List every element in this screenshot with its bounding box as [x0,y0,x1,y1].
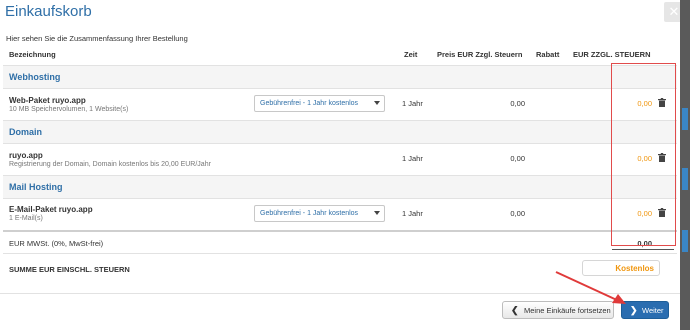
continue-shopping-button[interactable]: ❮ Meine Einkäufe fortsetzen [502,301,614,319]
zeit-value: 1 Jahr [402,154,423,163]
col-header-rabatt: Rabatt [536,50,560,59]
divider [3,253,677,254]
section-label: Mail Hosting [9,182,63,192]
continue-shopping-label: Meine Einkäufe fortsetzen [524,306,611,315]
chevron-down-icon [374,101,380,105]
product-description: 1 E-Mail(s) [9,215,43,222]
intro-text: Hier sehen Sie die Zusammenfassung Ihrer… [6,34,188,43]
next-button-label: Weiter [642,306,664,315]
product-name: Web-Paket ruyo.app [9,96,86,105]
next-button[interactable]: ❯ Weiter [621,301,669,319]
price-value: 0,00 [510,99,525,108]
select-value: Gebührenfrei - 1 Jahr kostenlos [260,100,359,107]
section-domain: Domain [3,121,677,143]
modal-header: Einkaufskorb ✕ [0,0,684,26]
backdrop-accent [682,168,688,190]
divider [3,88,677,89]
col-header-preis: Preis EUR Zzgl. Steuern [437,50,523,59]
col-header-zeit: Zeit [404,50,418,59]
divider [3,230,677,232]
zeit-value: 1 Jahr [402,209,423,218]
section-mail-hosting: Mail Hosting [3,176,677,198]
chevron-down-icon [374,211,380,215]
divider [3,198,677,199]
highlight-box [611,63,676,246]
col-header-total: EUR ZZGL. STEUERN [573,50,651,59]
vat-underline [612,249,674,250]
page-backdrop [680,0,690,330]
price-value: 0,00 [510,209,525,218]
section-label: Domain [9,127,43,137]
product-description: 10 MB Speichervolumen, 1 Website(s) [9,106,129,113]
section-webhosting: Webhosting [3,66,677,88]
total-value-badge: Kostenlos [582,260,660,276]
product-name: E-Mail-Paket ruyo.app [9,205,93,214]
vat-label: EUR MWSt. (0%, MwSt-frei) [9,239,104,248]
chevron-right-icon: ❯ [630,305,638,315]
product-name: ruyo.app [9,151,43,160]
chevron-left-icon: ❮ [511,305,519,315]
divider [3,143,677,144]
product-description: Registrierung der Domain, Domain kostenl… [9,161,211,168]
section-label: Webhosting [9,72,61,82]
footer-divider [0,293,680,294]
pricing-option-select[interactable]: Gebührenfrei - 1 Jahr kostenlos [254,95,385,112]
close-icon: ✕ [668,4,680,19]
modal-title: Einkaufskorb [5,3,92,20]
backdrop-accent [682,108,688,130]
total-label: SUMME EUR EINSCHL. STEUERN [9,265,130,274]
select-value: Gebührenfrei - 1 Jahr kostenlos [260,210,359,217]
price-value: 0,00 [510,154,525,163]
pricing-option-select[interactable]: Gebührenfrei - 1 Jahr kostenlos [254,205,385,222]
cart-modal: Einkaufskorb ✕ Hier sehen Sie die Zusamm… [0,0,690,330]
col-header-bezeichnung: Bezeichnung [9,50,56,59]
zeit-value: 1 Jahr [402,99,423,108]
backdrop-accent [682,230,688,252]
